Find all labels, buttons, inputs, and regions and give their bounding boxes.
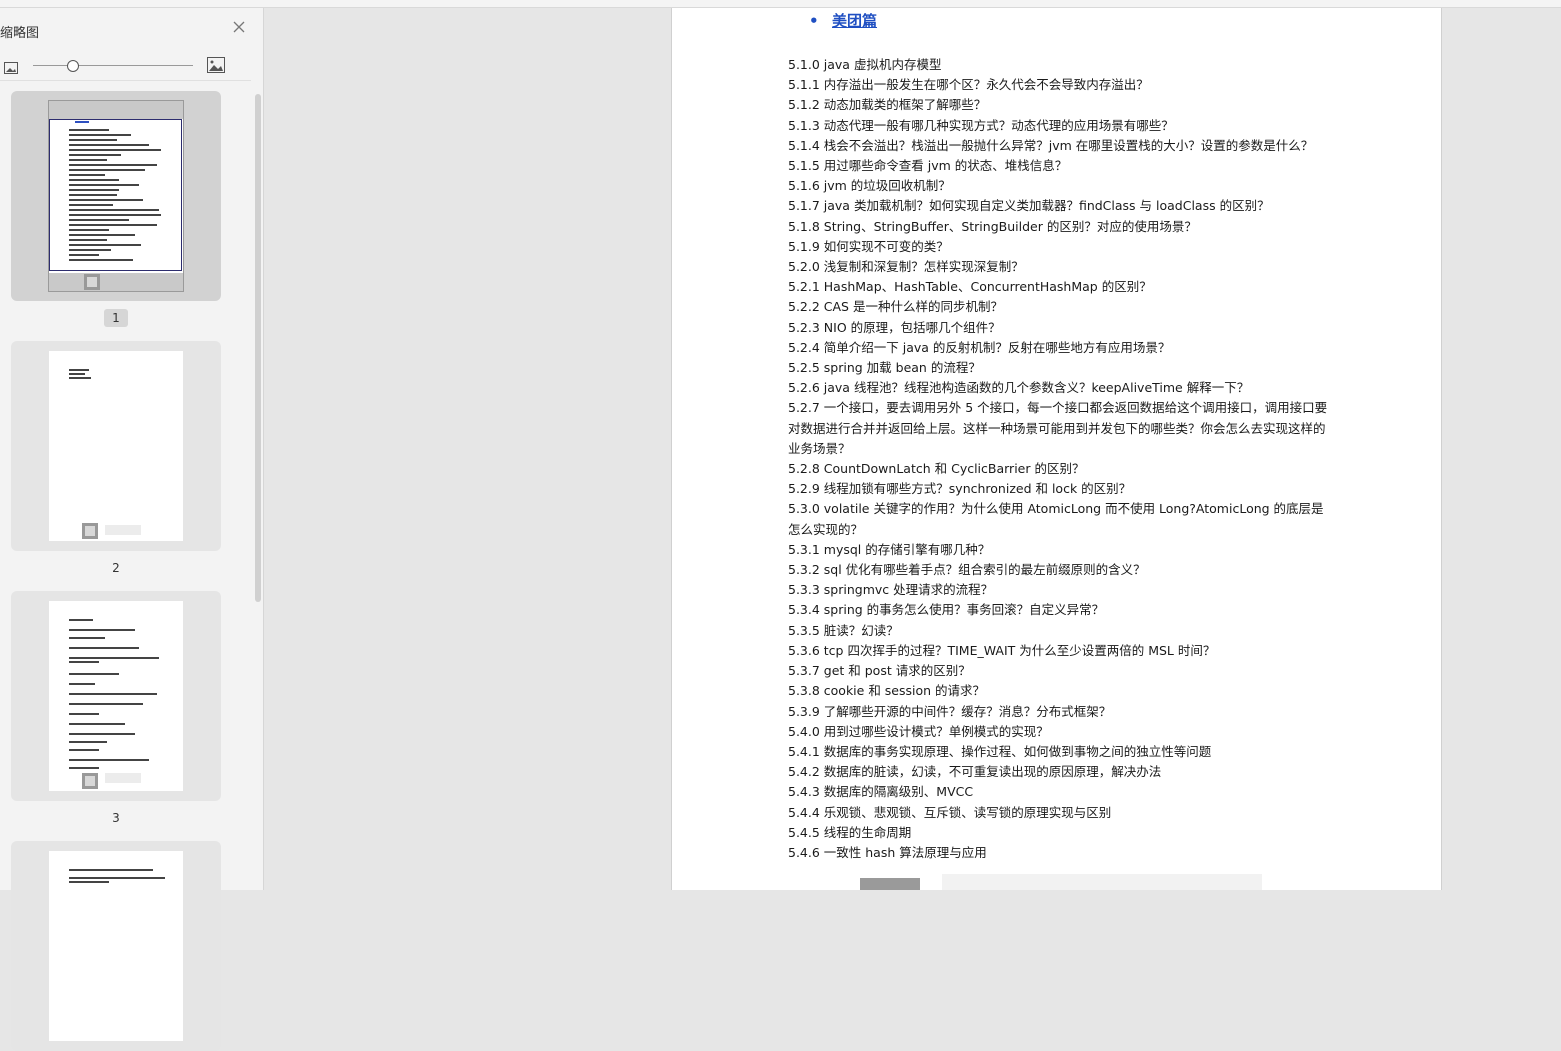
question-item: 5.2.1 HashMap、HashTable、ConcurrentHashMa… [788, 279, 1152, 295]
question-item: 5.4.6 一致性 hash 算法原理与应用 [788, 844, 987, 860]
watermark-tag [105, 525, 141, 535]
question-item: 5.2.4 简单介绍一下 java 的反射机制？反射在哪些地方有应用场景？ [788, 339, 1171, 355]
question-item: 5.2.5 spring 加载 bean 的流程？ [788, 360, 981, 376]
page-thumbnail-3[interactable] [11, 591, 221, 801]
qr-code-icon [82, 773, 98, 789]
watermark-tag [105, 773, 141, 783]
zoom-track [33, 65, 193, 66]
sidebar-title: 缩略图 [0, 26, 40, 41]
section-heading: • 美团篇 [809, 10, 877, 31]
qr-code-icon [860, 878, 920, 890]
question-item: 5.2.2 CAS 是一种什么样的同步机制？ [788, 299, 1003, 315]
question-item: 5.4.0 用到过哪些设计模式？单例模式的实现？ [788, 723, 1049, 739]
page-thumbnail-4[interactable] [11, 841, 221, 1051]
page-thumbnail-image [49, 851, 183, 1041]
thumb-footer [49, 273, 183, 291]
question-item: 5.2.3 NIO 的原理，包括哪几个组件？ [788, 319, 1001, 335]
image-large-icon[interactable] [207, 57, 225, 73]
sidebar-scrollbar[interactable] [255, 94, 261, 602]
top-strip [0, 0, 1561, 8]
question-item: 5.3.9 了解哪些开源的中间件？缓存？消息？分布式框架？ [788, 703, 1112, 719]
question-item: 5.1.8 String、StringBuffer、StringBuilder … [788, 218, 1197, 234]
question-item: 5.1.9 如何实现不可变的类？ [788, 238, 949, 254]
question-item: 5.1.4 栈会不会溢出？栈溢出一般抛什么异常？jvm 在哪里设置栈的大小？设置… [788, 137, 1314, 153]
sidebar-divider [0, 80, 251, 81]
question-item: 5.4.4 乐观锁、悲观锁、互斥锁、读写锁的原理实现与区别 [788, 804, 1112, 820]
page-thumbnail-image [49, 351, 183, 541]
thumb-header [49, 101, 183, 119]
question-item: 5.3.4 spring 的事务怎么使用？事务回滚？自定义异常？ [788, 602, 1105, 618]
question-item: 5.2.7 一个接口，要去调用另外 5 个接口，每一个接口都会返回数据给这个调用… [788, 400, 1328, 456]
question-item: 5.2.9 线程加锁有哪些方式？synchronized 和 lock 的区别？ [788, 481, 1132, 497]
question-item: 5.3.3 springmvc 处理请求的流程？ [788, 582, 994, 598]
question-item: 5.1.0 java 虚拟机内存模型 [788, 57, 942, 72]
document-page: • 美团篇 5.1.0 java 虚拟机内存模型 5.1.1 内存溢出一般发生在哪个… [671, 8, 1442, 890]
question-item: 5.4.3 数据库的隔离级别、MVCC [788, 784, 974, 800]
page-thumbnail-1[interactable] [11, 91, 221, 301]
close-icon[interactable] [231, 20, 247, 36]
question-item: 5.4.5 线程的生命周期 [788, 824, 912, 840]
qr-code-icon [84, 274, 100, 290]
page-number-label: 3 [112, 811, 120, 825]
zoom-slider[interactable] [33, 60, 193, 72]
heading-link[interactable]: 美团篇 [832, 12, 877, 30]
page-thumbnail-2[interactable] [11, 341, 221, 551]
question-item: 5.3.1 mysql 的存储引擎有哪几种？ [788, 541, 991, 557]
question-item: 5.4.1 数据库的事务实现原理、操作过程、如何做到事物之间的独立性等问题 [788, 743, 1212, 759]
thumbnail-sidebar: 缩略图 1 2 3 [0, 8, 264, 1051]
question-item: 5.1.5 用过哪些命令查看 jvm 的状态、堆栈信息？ [788, 158, 1068, 174]
image-small-icon[interactable] [4, 59, 18, 74]
page-number-label: 2 [112, 561, 120, 575]
question-item: 5.3.7 get 和 post 请求的区别？ [788, 663, 971, 679]
question-item: 5.3.0 volatile 关键字的作用？为什么使用 AtomicLong 而… [788, 501, 1324, 537]
page-number-label: 1 [104, 309, 128, 327]
question-list: 5.1.0 java 虚拟机内存模型 5.1.1 内存溢出一般发生在哪个区？永久代… [788, 55, 1328, 863]
question-item: 5.1.3 动态代理一般有哪几种实现方式？动态代理的应用场景有哪些？ [788, 117, 1174, 133]
zoom-slider-handle[interactable] [67, 60, 79, 72]
question-item: 5.2.0 浅复制和深复制？怎样实现深复制？ [788, 259, 1024, 275]
qr-code-icon [82, 523, 98, 539]
question-item: 5.1.7 java 类加载机制？如何实现自定义类加载器？findClass 与… [788, 198, 1270, 214]
question-item: 5.3.5 脏读？幻读？ [788, 622, 899, 638]
question-item: 5.3.8 cookie 和 session 的请求？ [788, 683, 986, 699]
question-item: 5.3.6 tcp 四次挥手的过程？TIME_WAIT 为什么至少设置两倍的 M… [788, 642, 1216, 658]
question-item: 5.1.1 内存溢出一般发生在哪个区？永久代会不会导致内存溢出？ [788, 77, 1149, 93]
question-item: 5.4.2 数据库的脏读，幻读，不可重复读出现的原因原理，解决办法 [788, 764, 1162, 780]
bullet-icon: • [809, 12, 819, 30]
question-item: 5.1.6 jvm 的垃圾回收机制？ [788, 178, 951, 194]
page-thumbnail-image [49, 101, 183, 291]
page-thumbnail-image [49, 601, 183, 791]
question-item: 5.2.6 java 线程池？线程池构造函数的几个参数含义？keepAliveT… [788, 380, 1250, 396]
watermark-bar [942, 874, 1262, 890]
question-item: 5.3.2 sql 优化有哪些着手点？组合索引的最左前缀原则的含义？ [788, 562, 1146, 578]
question-item: 5.1.2 动态加载类的框架了解哪些？ [788, 97, 987, 113]
question-item: 5.2.8 CountDownLatch 和 CyclicBarrier 的区别… [788, 461, 1085, 477]
